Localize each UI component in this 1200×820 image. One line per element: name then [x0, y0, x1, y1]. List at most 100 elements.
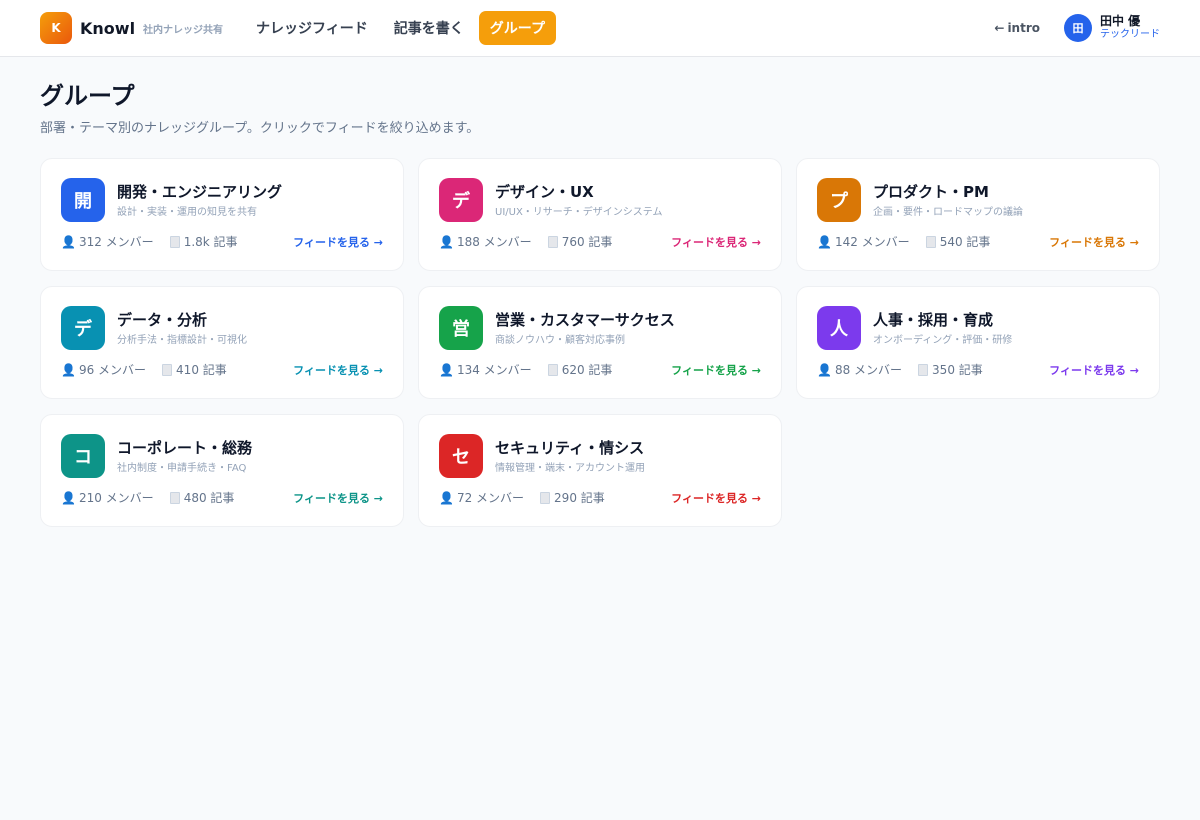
group-card-header: コ コーポレート・総務 社内制度・申請手続き・FAQ [61, 434, 383, 478]
top-bar: K Knowl 社内ナレッジ共有 ナレッジフィード 記事を書く グループ ← i… [0, 0, 1200, 57]
article-count-label: 350 記事 [932, 363, 983, 377]
group-card[interactable]: デ データ・分析 分析手法・指標設計・可視化 👤 96 メンバー 410 記事 … [40, 286, 404, 399]
group-icon: プ [817, 178, 861, 222]
group-card[interactable]: 開 開発・エンジニアリング 設計・実装・運用の知見を共有 👤 312 メンバー … [40, 158, 404, 271]
person-icon: 👤 [61, 490, 76, 505]
group-description: UI/UX・リサーチ・デザインシステム [495, 207, 663, 218]
arrow-left-icon: ← [994, 21, 1005, 35]
member-count-label: 210 メンバー [78, 491, 154, 505]
article-count-label: 480 記事 [183, 491, 235, 505]
page-title: グループ [40, 82, 135, 110]
group-card[interactable]: セ セキュリティ・情シス 情報管理・端末・アカウント運用 👤 72 メンバー 2… [418, 414, 782, 527]
member-count-label: 134 メンバー [456, 363, 532, 377]
person-icon: 👤 [817, 362, 832, 377]
group-card-header: セ セキュリティ・情シス 情報管理・端末・アカウント運用 [439, 434, 761, 478]
article-count: 1.8k 記事 [169, 233, 238, 250]
document-icon [918, 363, 929, 376]
group-name: コーポレート・総務 [117, 439, 253, 457]
member-count-label: 96 メンバー [78, 363, 147, 377]
group-name: 開発・エンジニアリング [117, 183, 283, 201]
group-description: 社内制度・申請手続き・FAQ [117, 463, 247, 474]
brand-logo: K [40, 12, 72, 44]
user-info: 田中 優 テックリード [1100, 14, 1160, 41]
brand-tagline: 社内ナレッジ共有 [143, 24, 224, 36]
intro-label: intro [1007, 21, 1040, 35]
person-icon: 👤 [817, 234, 832, 249]
article-count-label: 620 記事 [561, 363, 613, 377]
group-card[interactable]: プ プロダクト・PM 企画・要件・ロードマップの議論 👤 142 メンバー 54… [796, 158, 1160, 271]
view-feed-link[interactable]: フィードを見る → [671, 234, 761, 250]
member-count-label: 142 メンバー [834, 235, 910, 249]
group-grid: 開 開発・エンジニアリング 設計・実装・運用の知見を共有 👤 312 メンバー … [40, 158, 1160, 527]
document-icon [925, 235, 936, 248]
user-menu[interactable]: 田 田中 優 テックリード [1064, 14, 1160, 42]
article-count: 620 記事 [547, 361, 613, 378]
member-count: 👤 210 メンバー [61, 489, 154, 506]
view-feed-link[interactable]: フィードを見る → [671, 490, 761, 506]
person-icon: 👤 [439, 362, 454, 377]
group-card-header: 営 営業・カスタマーサクセス 商談ノウハウ・顧客対応事例 [439, 306, 761, 350]
group-titles: コーポレート・総務 社内制度・申請手続き・FAQ [117, 434, 252, 474]
view-feed-link[interactable]: フィードを見る → [293, 490, 383, 506]
group-card-header: デ デザイン・UX UI/UX・リサーチ・デザインシステム [439, 178, 761, 222]
group-description: オンボーディング・評価・研修 [873, 335, 1013, 346]
nav-write-article[interactable]: 記事を書く [383, 11, 475, 45]
member-count: 👤 88 メンバー [817, 361, 902, 378]
group-card[interactable]: コ コーポレート・総務 社内制度・申請手続き・FAQ 👤 210 メンバー 48… [40, 414, 404, 527]
member-count: 👤 312 メンバー [61, 233, 154, 250]
group-stats: 👤 88 メンバー 350 記事 フィードを見る → [817, 361, 1139, 378]
article-count: 350 記事 [918, 361, 983, 378]
group-stats: 👤 188 メンバー 760 記事 フィードを見る → [439, 233, 761, 250]
group-name: データ・分析 [117, 311, 208, 329]
group-card-header: 人 人事・採用・育成 オンボーディング・評価・研修 [817, 306, 1139, 350]
group-stats: 👤 72 メンバー 290 記事 フィードを見る → [439, 489, 761, 506]
group-stats: 👤 96 メンバー 410 記事 フィードを見る → [61, 361, 383, 378]
main-nav: ナレッジフィード 記事を書く グループ [245, 11, 560, 45]
group-name: 人事・採用・育成 [873, 311, 994, 329]
group-card-header: デ データ・分析 分析手法・指標設計・可視化 [61, 306, 383, 350]
group-stats: 👤 134 メンバー 620 記事 フィードを見る → [439, 361, 761, 378]
article-count: 480 記事 [169, 489, 235, 506]
member-count-label: 312 メンバー [78, 235, 154, 249]
group-icon: 営 [439, 306, 483, 350]
document-icon [547, 235, 558, 248]
group-icon: 開 [61, 178, 105, 222]
document-icon [162, 363, 173, 376]
view-feed-link[interactable]: フィードを見る → [293, 234, 383, 250]
member-count: 👤 96 メンバー [61, 361, 146, 378]
intro-link[interactable]: ← intro [994, 21, 1040, 35]
document-icon [540, 491, 551, 504]
article-count: 410 記事 [162, 361, 227, 378]
main-content: グループ 部署・テーマ別のナレッジグループ。クリックでフィードを絞り込めます。 … [0, 57, 1200, 527]
nav-knowledge-feed[interactable]: ナレッジフィード [245, 11, 379, 45]
article-count: 540 記事 [925, 233, 990, 250]
nav-groups[interactable]: グループ [478, 11, 556, 45]
brand[interactable]: K Knowl 社内ナレッジ共有 [40, 12, 223, 44]
group-card-header: プ プロダクト・PM 企画・要件・ロードマップの議論 [817, 178, 1139, 222]
view-feed-link[interactable]: フィードを見る → [1049, 234, 1139, 250]
group-titles: セキュリティ・情シス 情報管理・端末・アカウント運用 [495, 434, 645, 474]
user-role: テックリード [1100, 29, 1160, 41]
user-name: 田中 優 [1100, 14, 1141, 29]
article-count-label: 410 記事 [176, 363, 227, 377]
group-description: 分析手法・指標設計・可視化 [117, 335, 247, 346]
group-stats: 👤 210 メンバー 480 記事 フィードを見る → [61, 489, 383, 506]
group-card[interactable]: 営 営業・カスタマーサクセス 商談ノウハウ・顧客対応事例 👤 134 メンバー … [418, 286, 782, 399]
document-icon [169, 235, 180, 248]
group-card[interactable]: デ デザイン・UX UI/UX・リサーチ・デザインシステム 👤 188 メンバー… [418, 158, 782, 271]
group-stats: 👤 312 メンバー 1.8k 記事 フィードを見る → [61, 233, 383, 250]
group-name: セキュリティ・情シス [495, 439, 645, 457]
view-feed-link[interactable]: フィードを見る → [1049, 362, 1139, 378]
group-description: 企画・要件・ロードマップの議論 [873, 207, 1023, 218]
group-description: 情報管理・端末・アカウント運用 [495, 463, 645, 474]
member-count-label: 188 メンバー [456, 235, 532, 249]
group-card[interactable]: 人 人事・採用・育成 オンボーディング・評価・研修 👤 88 メンバー 350 … [796, 286, 1160, 399]
member-count: 👤 142 メンバー [817, 233, 910, 250]
view-feed-link[interactable]: フィードを見る → [671, 362, 761, 378]
person-icon: 👤 [61, 362, 76, 377]
page-subtitle: 部署・テーマ別のナレッジグループ。クリックでフィードを絞り込めます。 [40, 121, 480, 136]
view-feed-link[interactable]: フィードを見る → [293, 362, 383, 378]
group-name: 営業・カスタマーサクセス [495, 311, 675, 329]
group-titles: 人事・採用・育成 オンボーディング・評価・研修 [873, 306, 1012, 346]
group-stats: 👤 142 メンバー 540 記事 フィードを見る → [817, 233, 1139, 250]
